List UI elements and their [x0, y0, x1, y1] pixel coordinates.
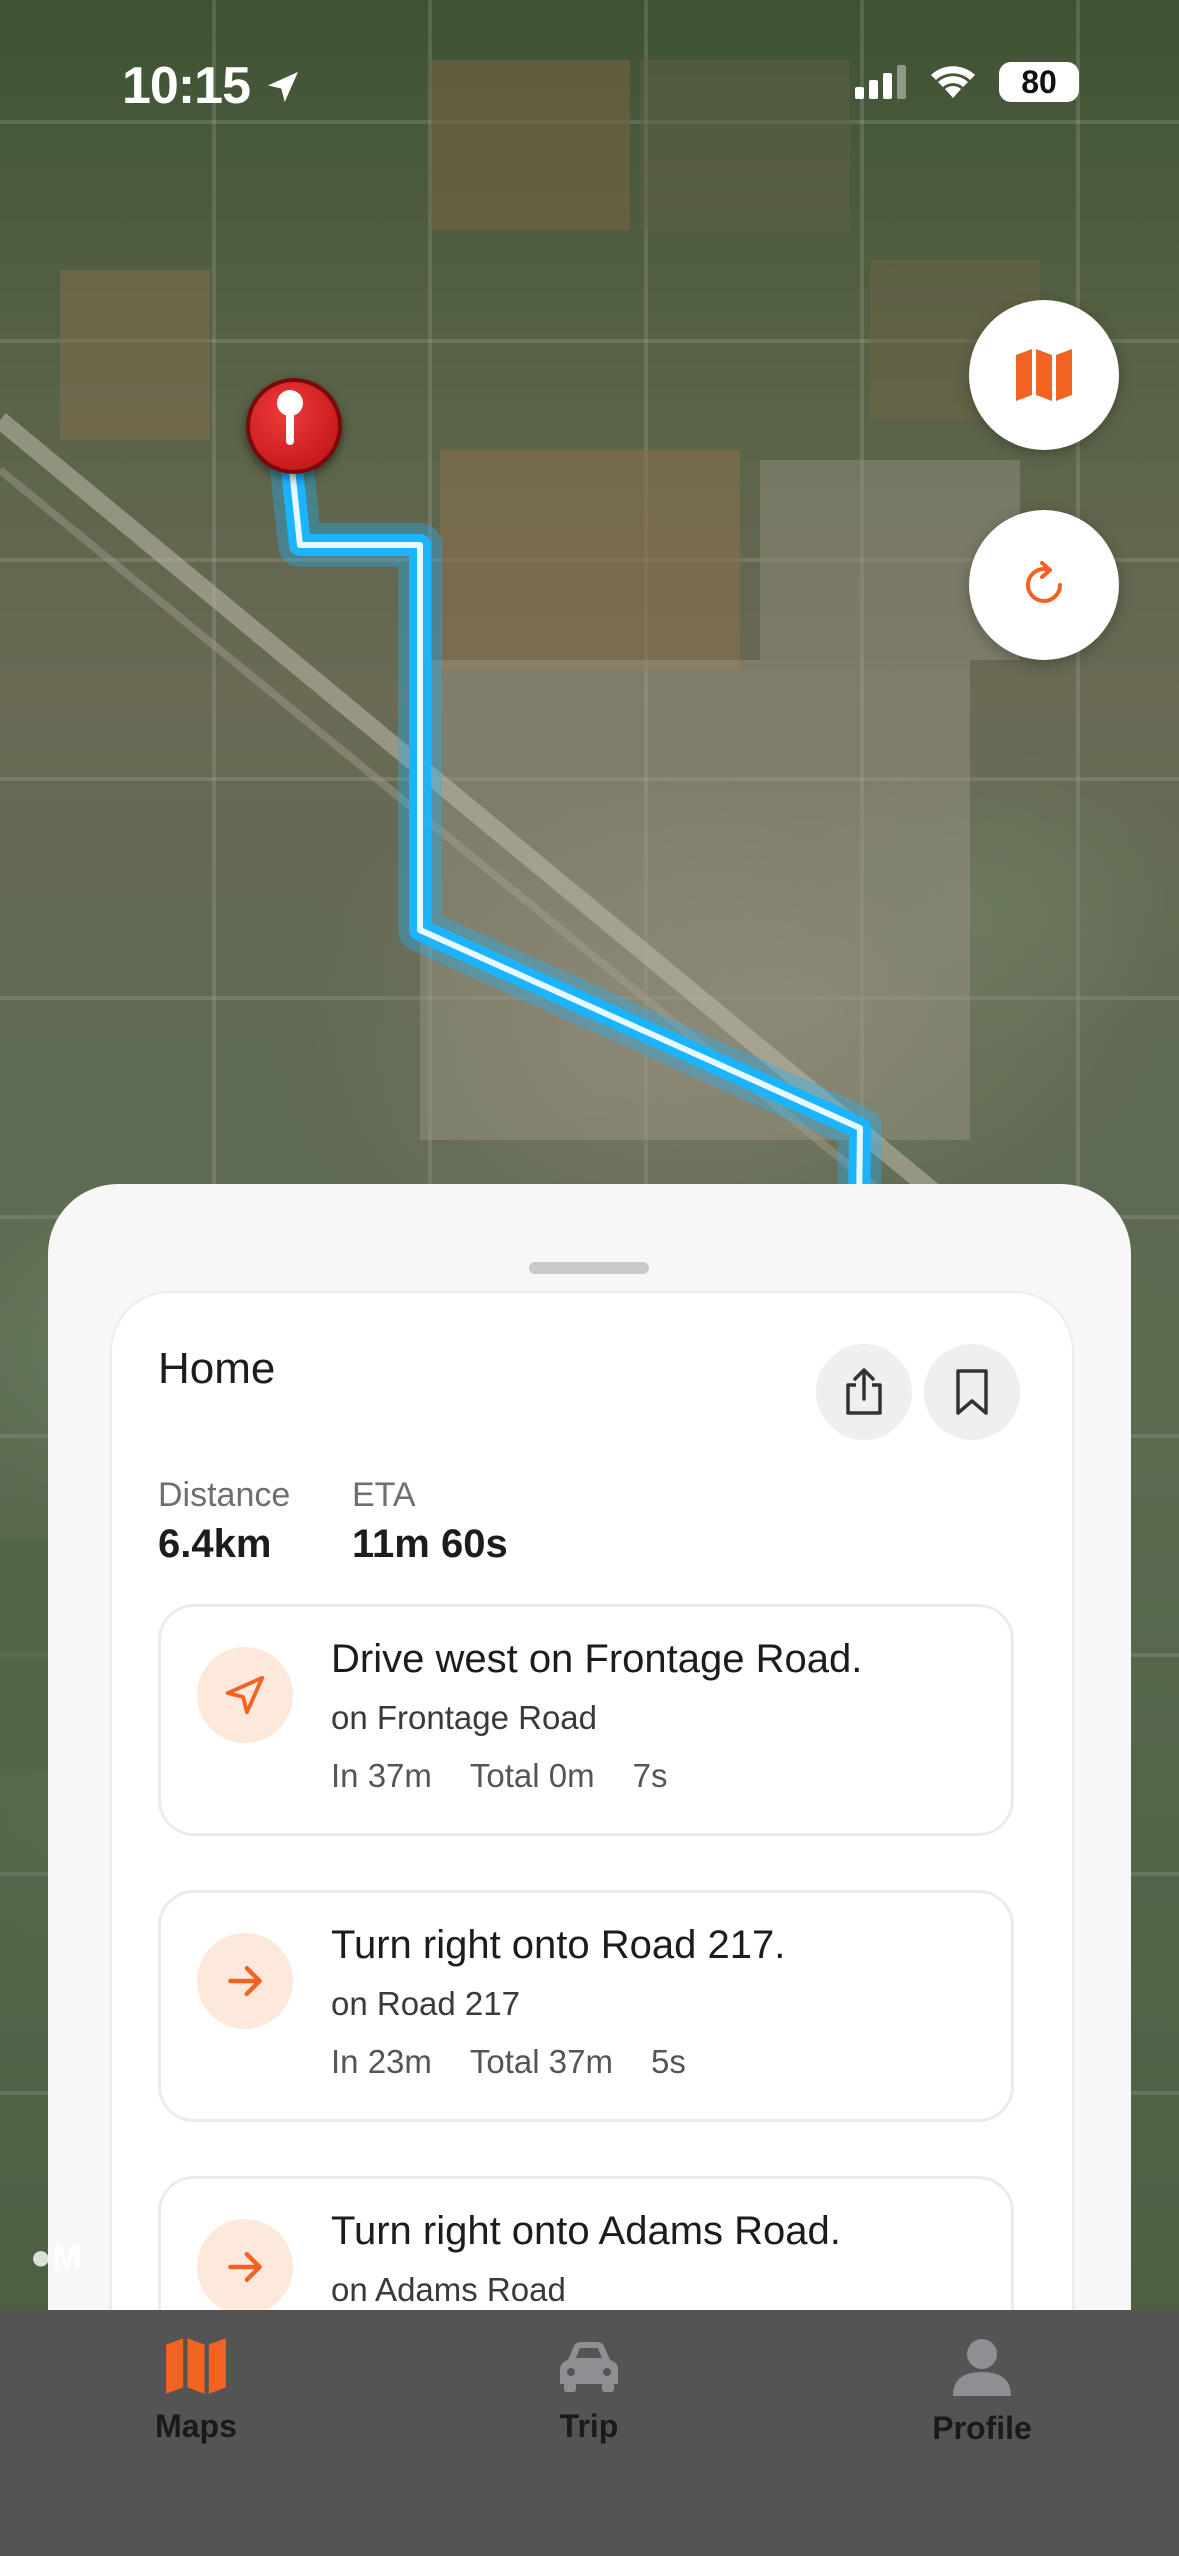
refresh-icon — [1026, 561, 1062, 603]
step-time: 5s — [650, 2043, 686, 2080]
step-total: Total 0m — [469, 1757, 595, 1794]
step-meta: In 23m Total 37m 5s — [331, 2043, 686, 2081]
legal-text: M — [51, 2236, 82, 2277]
navigation-arrow-icon — [197, 1647, 293, 1743]
direction-step[interactable]: Drive west on Frontage Road. on Frontage… — [158, 1604, 1014, 1836]
person-icon — [953, 2339, 1011, 2396]
step-meta: In 37m Total 0m 7s — [331, 1757, 667, 1795]
step-time: 7s — [632, 1757, 668, 1794]
route-glow — [268, 447, 882, 1291]
car-icon — [560, 2342, 618, 2392]
wifi-icon — [931, 66, 975, 98]
bookmark-icon — [956, 1369, 988, 1415]
map-style-button[interactable] — [969, 300, 1119, 450]
location-arrow-icon — [268, 72, 299, 102]
distance-value: 6.4km — [158, 1522, 272, 1566]
step-in: In 23m — [331, 2043, 432, 2080]
status-time: 10:15 — [122, 56, 303, 116]
step-instruction: Drive west on Frontage Road. — [331, 1637, 863, 1681]
step-total: Total 37m — [469, 2043, 613, 2080]
step-road: on Road 217 — [331, 1985, 520, 2022]
arrow-right-icon — [197, 1933, 293, 2029]
tab-label: Profile — [932, 2410, 1032, 2446]
step-instruction: Turn right onto Road 217. — [331, 1923, 786, 1967]
map-icon — [1016, 349, 1072, 401]
apple-logo-icon: ● — [30, 2236, 52, 2277]
tab-label: Trip — [559, 2408, 619, 2444]
maps-legal-mark[interactable]: ●M — [30, 2236, 82, 2278]
step-instruction: Turn right onto Adams Road. — [331, 2209, 841, 2253]
bookmark-button[interactable] — [924, 1344, 1020, 1440]
map-icon — [166, 2338, 226, 2394]
recenter-button[interactable] — [969, 510, 1119, 660]
tab-label: Maps — [155, 2408, 237, 2444]
direction-step[interactable]: Turn right onto Road 217. on Road 217 In… — [158, 1890, 1014, 2122]
directions-sheet[interactable]: Home Distance 6.4km ETA 11m 60s Drive we… — [48, 1184, 1131, 2310]
route-center — [287, 449, 863, 1291]
status-icons: 80 — [855, 62, 1079, 102]
signal-icon — [855, 65, 906, 99]
share-button[interactable] — [816, 1344, 912, 1440]
tab-maps[interactable]: Maps — [76, 2336, 316, 2445]
distance-label: Distance — [158, 1476, 291, 1514]
destination-title: Home — [158, 1344, 276, 1393]
share-icon — [846, 1368, 882, 1415]
arrow-right-icon — [197, 2219, 293, 2310]
direction-step[interactable]: Turn right onto Adams Road. on Adams Roa… — [158, 2176, 1014, 2310]
status-time-text: 10:15 — [122, 57, 251, 115]
tab-profile[interactable]: Profile — [862, 2336, 1102, 2447]
step-in: In 37m — [331, 1757, 432, 1794]
sheet-grabber[interactable] — [529, 1262, 649, 1274]
eta-value: 11m 60s — [352, 1522, 508, 1566]
eta-label: ETA — [352, 1476, 416, 1514]
step-road: on Adams Road — [331, 2271, 566, 2308]
step-road: on Frontage Road — [331, 1699, 598, 1736]
battery-indicator: 80 — [999, 62, 1079, 102]
pin-head — [277, 390, 303, 416]
route-line — [279, 448, 871, 1291]
tab-trip[interactable]: Trip — [469, 2336, 709, 2445]
